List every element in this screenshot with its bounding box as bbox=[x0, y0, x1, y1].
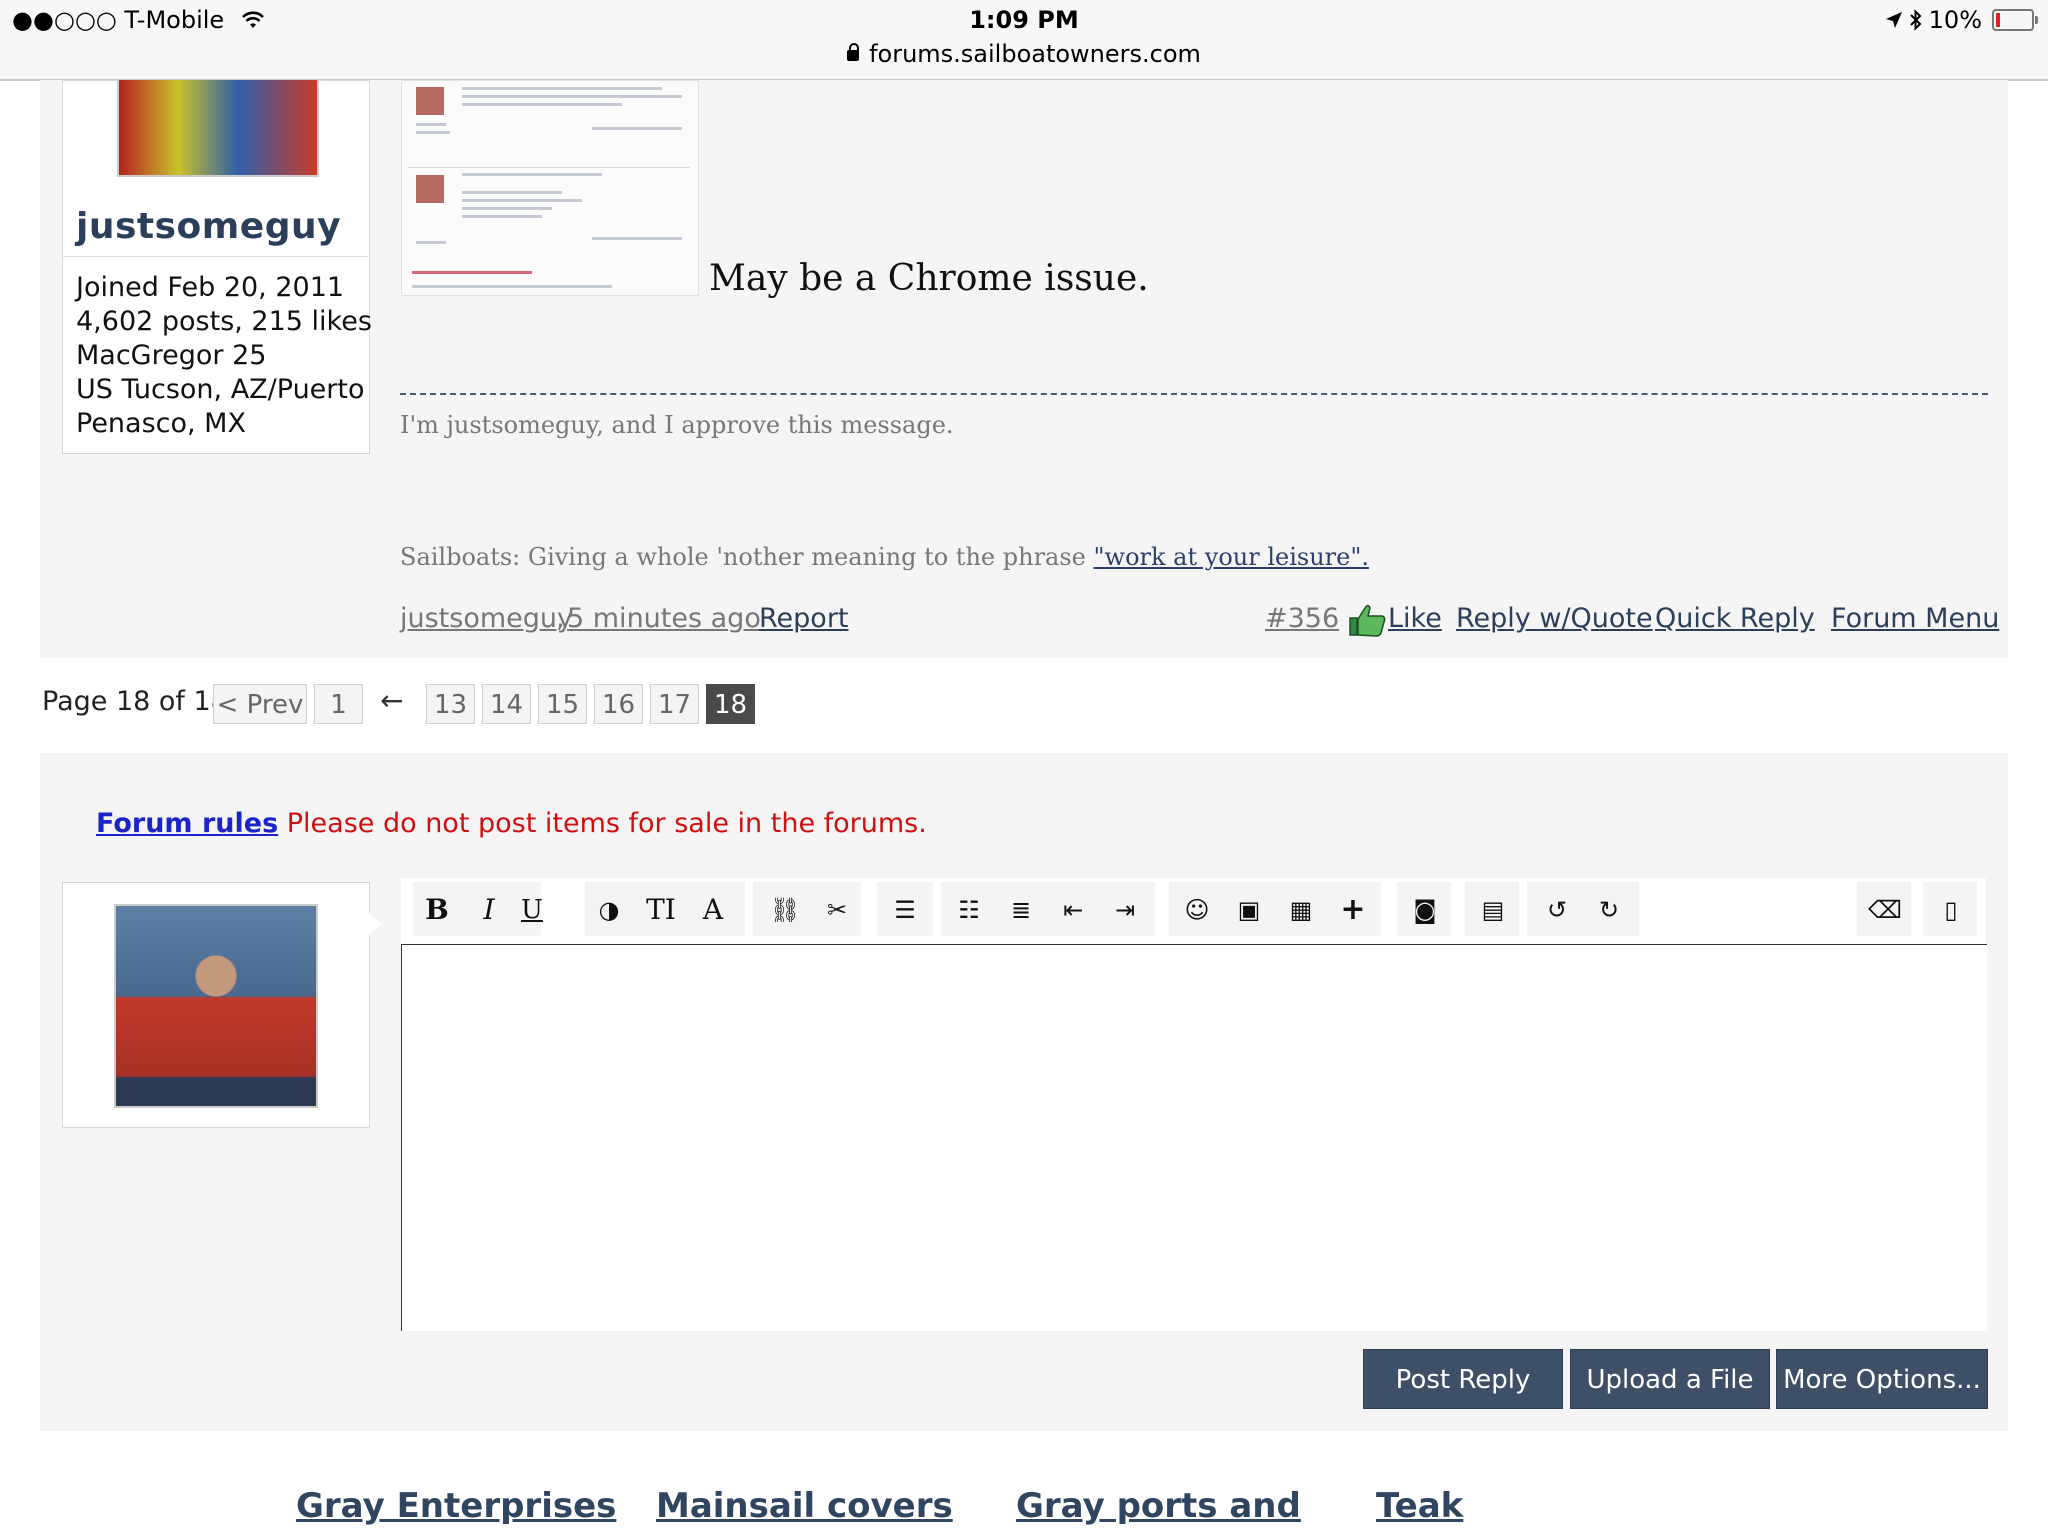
battery-percent: 10% bbox=[1928, 6, 1982, 34]
like-link[interactable]: Like bbox=[1388, 603, 1442, 634]
battery-icon bbox=[1992, 9, 2038, 31]
outdent-icon[interactable]: ⇤ bbox=[1053, 892, 1093, 928]
toolbar-group-clear: ⌫ bbox=[1857, 882, 1911, 936]
eraser-icon[interactable]: ⌫ bbox=[1865, 892, 1905, 928]
quick-reply-link[interactable]: Quick Reply bbox=[1655, 603, 1815, 634]
post-message: May be a Chrome issue. bbox=[709, 258, 1149, 299]
user-location: US Tucson, AZ/Puerto bbox=[76, 374, 365, 405]
divider bbox=[62, 256, 368, 257]
prev-page-button[interactable]: < Prev bbox=[213, 684, 307, 724]
status-indicators: 10% bbox=[1885, 6, 2038, 34]
signature-link[interactable]: "work at your leisure". bbox=[1094, 543, 1370, 571]
my-avatar[interactable] bbox=[114, 904, 318, 1108]
page-13-button[interactable]: 13 bbox=[426, 684, 475, 724]
page-label: Page 18 of 18 bbox=[42, 686, 228, 717]
page-1-button[interactable]: 1 bbox=[314, 684, 363, 724]
forum-rules-notice: Forum rules Please do not post items for… bbox=[96, 808, 927, 839]
footer-link-mainsail-covers[interactable]: Mainsail covers bbox=[656, 1486, 953, 1526]
media-icon[interactable]: ▦ bbox=[1281, 892, 1321, 928]
signature-divider bbox=[400, 393, 1988, 395]
footer-link-gray-enterprises[interactable]: Gray Enterprises bbox=[296, 1486, 616, 1526]
toolbar-group-align: ☰ bbox=[877, 882, 933, 936]
card-pointer bbox=[367, 910, 381, 938]
user-boat: MacGregor 25 bbox=[76, 340, 267, 371]
forum-rules-text: Please do not post items for sale in the… bbox=[286, 808, 927, 839]
user-joined: Joined Feb 20, 2011 bbox=[76, 272, 345, 303]
toolbar-group-insert: ☺ ▣ ▦ + bbox=[1169, 882, 1381, 936]
bold-button[interactable]: B bbox=[417, 892, 457, 928]
page-jump-arrow[interactable]: ← bbox=[380, 684, 403, 717]
reply-editor[interactable] bbox=[401, 944, 1987, 1331]
link-icon[interactable]: ⛓ bbox=[765, 892, 805, 928]
signature-line: I'm justsomeguy, and I approve this mess… bbox=[400, 411, 954, 439]
save-draft-icon[interactable]: ▤ bbox=[1473, 892, 1513, 928]
toolbar-group-format: B I U bbox=[413, 882, 543, 936]
page-17-button[interactable]: 17 bbox=[650, 684, 699, 724]
indent-icon[interactable]: ⇥ bbox=[1105, 892, 1145, 928]
forum-menu-link[interactable]: Forum Menu bbox=[1831, 603, 1999, 634]
post-author-link[interactable]: justsomeguy bbox=[400, 603, 573, 634]
toolbar-group-source: ▯ bbox=[1923, 882, 1977, 936]
undo-icon[interactable]: ↺ bbox=[1537, 892, 1577, 928]
bluetooth-icon bbox=[1909, 9, 1922, 31]
page-16-button[interactable]: 16 bbox=[594, 684, 643, 724]
font-button[interactable]: A bbox=[693, 892, 733, 928]
forum-rules-link[interactable]: Forum rules bbox=[96, 808, 278, 839]
toolbar-group-text: ◑ TI A bbox=[585, 882, 745, 936]
footer-link-teak[interactable]: Teak bbox=[1376, 1486, 1463, 1526]
text-color-icon[interactable]: ◑ bbox=[589, 892, 629, 928]
image-icon[interactable]: ▣ bbox=[1229, 892, 1269, 928]
text-size-button[interactable]: TI bbox=[641, 892, 681, 928]
thumbs-up-icon[interactable] bbox=[1347, 602, 1387, 638]
toolbar-group-links: ⛓ ✂ bbox=[753, 882, 861, 936]
username[interactable]: justsomeguy bbox=[76, 206, 341, 247]
clock: 1:09 PM bbox=[969, 6, 1079, 34]
smiley-icon[interactable]: ☺ bbox=[1177, 892, 1217, 928]
attached-screenshot-thumbnail[interactable] bbox=[401, 80, 699, 296]
editor-toolbar: B I U ◑ TI A ⛓ ✂ ☰ ☷ ≣ ⇤ ⇥ ☺ ▣ ▦ + ◙ ▤ ↺… bbox=[401, 878, 1986, 944]
post-time-link[interactable]: 5 minutes ago bbox=[567, 603, 761, 634]
plus-icon[interactable]: + bbox=[1333, 892, 1373, 928]
current-page: 18 bbox=[706, 684, 755, 724]
toolbar-group-save: ▤ bbox=[1465, 882, 1519, 936]
report-link[interactable]: Report bbox=[759, 603, 849, 634]
footer-link-gray-ports[interactable]: Gray ports and bbox=[1016, 1486, 1301, 1526]
toolbar-group-camera: ◙ bbox=[1397, 882, 1451, 936]
toolbar-group-lists: ☷ ≣ ⇤ ⇥ bbox=[941, 882, 1155, 936]
align-left-icon[interactable]: ☰ bbox=[885, 892, 925, 928]
bullet-list-icon[interactable]: ☷ bbox=[949, 892, 989, 928]
camera-icon[interactable]: ◙ bbox=[1405, 892, 1445, 928]
reply-with-quote-link[interactable]: Reply w/Quote bbox=[1456, 603, 1653, 634]
address-bar[interactable]: forums.sailboatowners.com bbox=[0, 40, 2048, 68]
page-14-button[interactable]: 14 bbox=[482, 684, 531, 724]
user-post-count: 4,602 posts, 215 likes bbox=[76, 306, 372, 337]
unlink-icon[interactable]: ✂ bbox=[817, 892, 857, 928]
url-text: forums.sailboatowners.com bbox=[869, 40, 1201, 68]
post-reply-button[interactable]: Post Reply bbox=[1363, 1349, 1563, 1409]
lock-icon bbox=[847, 43, 860, 61]
location-arrow-icon bbox=[1885, 12, 1902, 28]
upload-file-button[interactable]: Upload a File bbox=[1570, 1349, 1770, 1409]
user-avatar[interactable] bbox=[117, 80, 319, 177]
post-number-link[interactable]: #356 bbox=[1265, 603, 1339, 634]
redo-icon[interactable]: ↻ bbox=[1589, 892, 1629, 928]
signature-quote: Sailboats: Giving a whole 'nother meanin… bbox=[400, 543, 1369, 571]
italic-button[interactable]: I bbox=[469, 892, 509, 928]
toolbar-group-history: ↺ ↻ bbox=[1527, 882, 1639, 936]
comma: , bbox=[556, 603, 565, 634]
more-options-button[interactable]: More Options... bbox=[1776, 1349, 1988, 1409]
user-location-2: Penasco, MX bbox=[76, 408, 246, 439]
underline-button[interactable]: U bbox=[521, 892, 543, 928]
page-15-button[interactable]: 15 bbox=[538, 684, 587, 724]
numbered-list-icon[interactable]: ≣ bbox=[1001, 892, 1041, 928]
document-icon[interactable]: ▯ bbox=[1931, 892, 1971, 928]
